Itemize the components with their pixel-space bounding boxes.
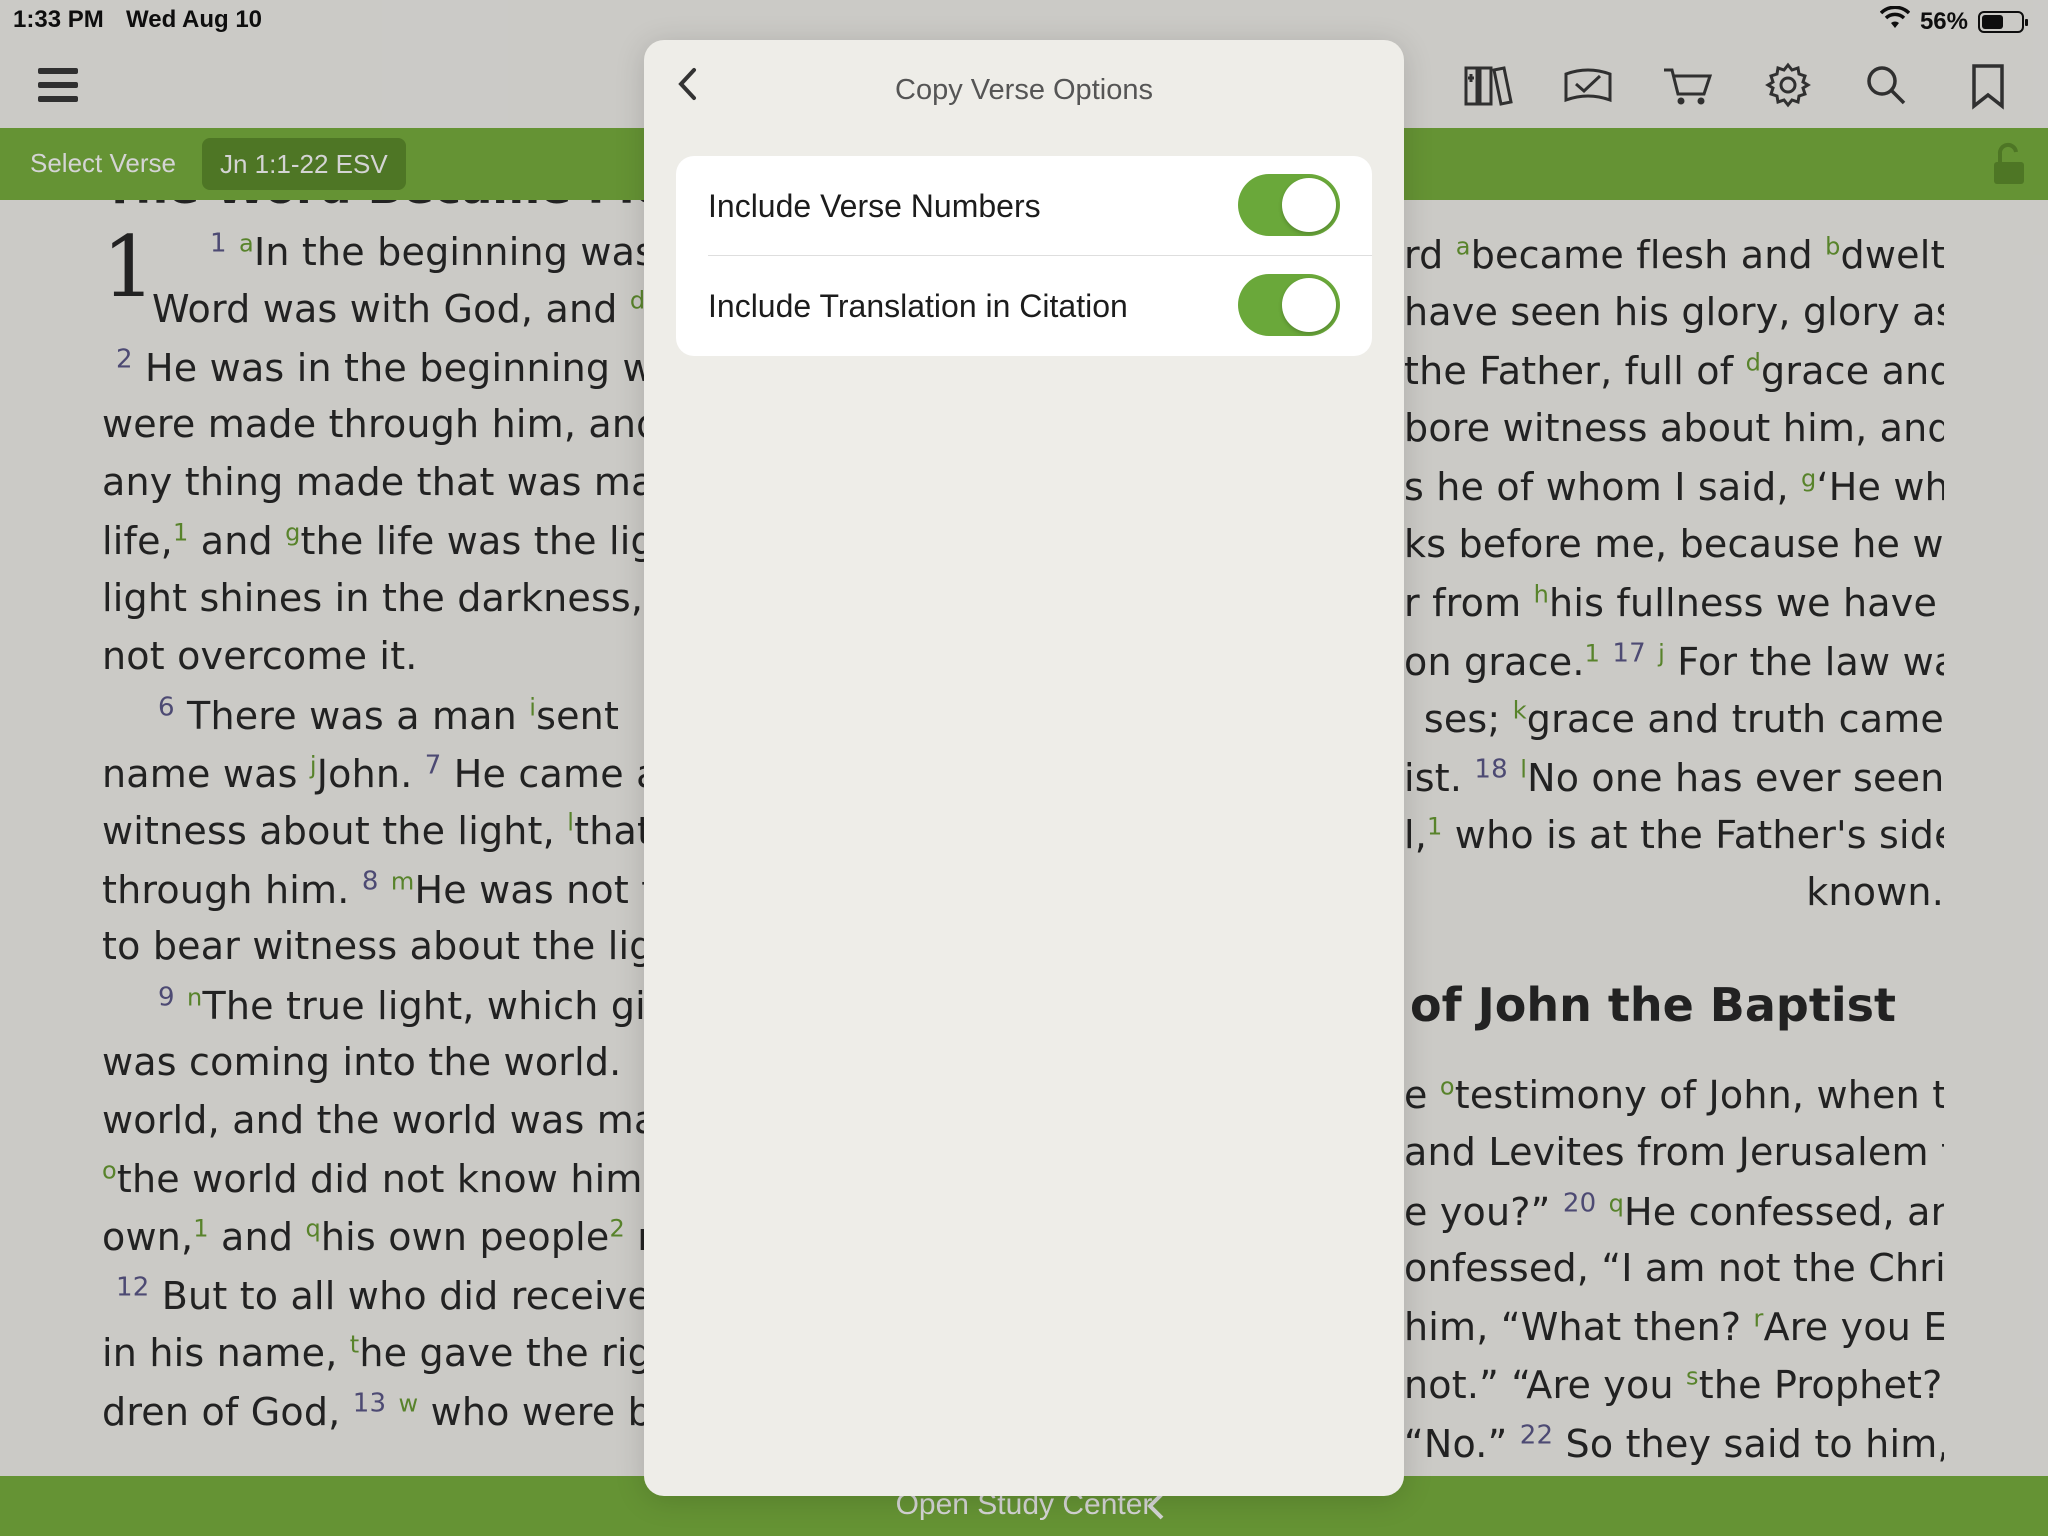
toggle-verse-numbers[interactable] bbox=[1238, 174, 1340, 236]
option-row-verse-numbers: Include Verse Numbers bbox=[676, 156, 1372, 256]
toggle-translation-citation[interactable] bbox=[1238, 274, 1340, 336]
modal-title: Copy Verse Options bbox=[895, 74, 1153, 106]
option-label-translation-citation: Include Translation in Citation bbox=[708, 288, 1128, 324]
options-group: Include Verse Numbers Include Translatio… bbox=[676, 156, 1372, 356]
option-row-translation-citation: Include Translation in Citation bbox=[676, 256, 1372, 356]
copy-verse-options-modal: Copy Verse Options Include Verse Numbers… bbox=[644, 40, 1404, 1496]
screen: 1:33 PM Wed Aug 10 56% Select Verse Jn 1… bbox=[0, 0, 2048, 1536]
option-label-verse-numbers: Include Verse Numbers bbox=[708, 188, 1041, 224]
